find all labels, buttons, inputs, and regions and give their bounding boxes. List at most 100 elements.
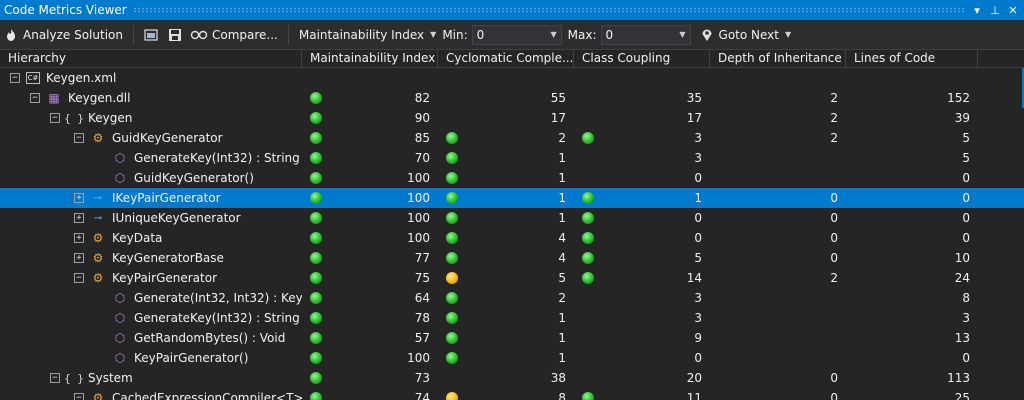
expand-icon[interactable]: + <box>74 233 84 243</box>
table-row[interactable]: −{ } Keygen 90 17 17 2 39 <box>0 108 1024 128</box>
table-row[interactable]: + ⚙ KeyData 100 4 0 0 0 <box>0 228 1024 248</box>
column-header-depth[interactable]: Depth of Inheritance <box>710 50 846 68</box>
metric-value: 100 <box>407 351 430 365</box>
collapse-icon[interactable]: − <box>50 373 60 383</box>
hierarchy-cell: + ⊸ IKeyPairGenerator <box>0 188 302 208</box>
metric-value: 100 <box>407 211 430 225</box>
chevron-down-icon[interactable]: ▼ <box>679 30 685 39</box>
collapse-icon[interactable]: − <box>50 113 60 123</box>
collapse-icon[interactable]: − <box>74 393 84 400</box>
status-green-icon <box>310 352 322 364</box>
method-icon: ⬡ <box>114 331 126 345</box>
coupling-cell: 14 <box>574 268 710 288</box>
status-green-icon <box>310 292 322 304</box>
analyze-solution-label: Analyze Solution <box>23 27 123 42</box>
status-green-icon <box>310 332 322 344</box>
metric-value: 152 <box>947 91 970 105</box>
goto-next-button[interactable]: Goto Next ▼ <box>697 23 796 47</box>
coupling-cell: 1 <box>574 188 710 208</box>
loc-cell: 0 <box>846 188 978 208</box>
table-row[interactable]: ⬡ Generate(Int32, Int32) : KeyD... 64 2 3 8 <box>0 288 1024 308</box>
node-label: CachedExpressionCompiler<T> <box>112 391 302 400</box>
table-row[interactable]: ⬡ KeyPairGenerator() 100 1 0 0 <box>0 348 1024 368</box>
min-input[interactable] <box>476 27 537 42</box>
toolbar-separator <box>132 24 134 45</box>
collapse-icon[interactable]: − <box>30 93 40 103</box>
metric-value: 0 <box>962 351 970 365</box>
metric-value: 0 <box>962 171 970 185</box>
table-row[interactable]: ⬡ GenerateKey(Int32) : String 70 1 3 5 <box>0 148 1024 168</box>
coupling-cell: 3 <box>574 128 710 148</box>
maintainability-cell: 74 <box>302 388 438 400</box>
cyclomatic-cell: 1 <box>438 168 574 188</box>
table-row[interactable]: − ⚙ GuidKeyGenerator 85 2 3 2 5 <box>0 128 1024 148</box>
depth-cell: 0 <box>710 208 846 228</box>
analyze-solution-button[interactable]: Analyze Solution <box>0 23 127 47</box>
collapse-icon[interactable]: − <box>10 73 20 83</box>
window-menu-icon[interactable]: ▾ <box>970 3 984 17</box>
maintainability-cell <box>302 68 438 88</box>
table-row[interactable]: − ⚙ KeyPairGenerator 75 5 14 2 24 <box>0 268 1024 288</box>
column-header-loc[interactable]: Lines of Code <box>846 50 978 68</box>
maintainability-cell: 90 <box>302 108 438 128</box>
pin-icon[interactable]: ⊥ <box>988 3 1002 17</box>
metric-value: 2 <box>558 291 566 305</box>
cyclomatic-cell: 1 <box>438 148 574 168</box>
save-button[interactable] <box>164 23 186 47</box>
metric-value: 8 <box>558 391 566 400</box>
metric-value: 3 <box>694 131 702 145</box>
table-row[interactable]: + ⚙ KeyGeneratorBase 77 4 5 0 10 <box>0 248 1024 268</box>
expand-icon[interactable]: + <box>74 253 84 263</box>
title-grip[interactable] <box>132 7 964 13</box>
collapse-icon[interactable]: − <box>74 133 84 143</box>
metric-dropdown[interactable]: Maintainability Index ▼ <box>295 23 440 47</box>
cyclomatic-cell: 1 <box>438 348 574 368</box>
column-header-coupling[interactable]: Class Coupling <box>574 50 710 68</box>
metric-value: 1 <box>558 211 566 225</box>
max-combo[interactable]: ▼ <box>600 24 691 45</box>
metric-value: 100 <box>407 231 430 245</box>
table-row[interactable]: ⬡ GenerateKey(Int32) : String 78 1 3 3 <box>0 308 1024 328</box>
table-row[interactable]: − ▦ Keygen.dll 82 55 35 2 152 <box>0 88 1024 108</box>
class-icon: ⚙ <box>92 391 104 400</box>
depth-cell <box>710 148 846 168</box>
metric-value: 13 <box>954 331 970 345</box>
min-combo[interactable]: ▼ <box>471 24 562 45</box>
metrics-tree: − C# Keygen.xml − ▦ Keygen.dll 82 55 35 2 152−{ } K… <box>0 68 1024 400</box>
method-icon: ⬡ <box>114 351 126 365</box>
open-file-icon <box>144 28 158 41</box>
close-icon[interactable]: ✕ <box>1006 3 1020 17</box>
expand-icon[interactable]: + <box>74 213 84 223</box>
metric-value: 113 <box>947 371 970 385</box>
table-row[interactable]: ⬡ GuidKeyGenerator() 100 1 0 0 <box>0 168 1024 188</box>
table-row[interactable]: − ⚙ CachedExpressionCompiler<T> 74 8 11 0 25 <box>0 388 1024 400</box>
expand-icon[interactable]: + <box>74 193 84 203</box>
table-row[interactable]: −{ } System 73 38 20 0 113 <box>0 368 1024 388</box>
max-input[interactable] <box>605 27 666 42</box>
table-row[interactable]: ⬡ GetRandomBytes() : Void 57 1 9 13 <box>0 328 1024 348</box>
open-button[interactable] <box>140 23 164 47</box>
metric-value: 4 <box>558 231 566 245</box>
table-row[interactable]: + ⊸ IKeyPairGenerator 100 1 1 0 0 <box>0 188 1024 208</box>
collapse-icon[interactable]: − <box>74 273 84 283</box>
status-green-icon <box>310 92 322 104</box>
hierarchy-cell: − ⚙ GuidKeyGenerator <box>0 128 302 148</box>
coupling-cell: 17 <box>574 108 710 128</box>
chevron-down-icon[interactable]: ▼ <box>551 30 557 39</box>
status-green-icon <box>310 172 322 184</box>
status-green-icon <box>310 392 322 400</box>
node-label: System <box>88 371 133 385</box>
metric-value: 1 <box>558 351 566 365</box>
column-header-cyclomatic[interactable]: Cyclomatic Comple... <box>438 50 574 68</box>
metric-value: 2 <box>830 131 838 145</box>
metric-value: 0 <box>962 191 970 205</box>
metric-value: 39 <box>954 111 970 125</box>
compare-button[interactable]: Compare... <box>186 23 282 47</box>
column-header-hierarchy[interactable]: Hierarchy <box>0 50 302 68</box>
table-row[interactable]: − C# Keygen.xml <box>0 68 1024 88</box>
metric-value: 82 <box>414 91 430 105</box>
depth-cell: 0 <box>710 228 846 248</box>
coupling-cell: 11 <box>574 388 710 400</box>
column-header-maintainability[interactable]: Maintainability Index <box>302 50 438 68</box>
table-row[interactable]: + ⊸ IUniqueKeyGenerator 100 1 0 0 0 <box>0 208 1024 228</box>
